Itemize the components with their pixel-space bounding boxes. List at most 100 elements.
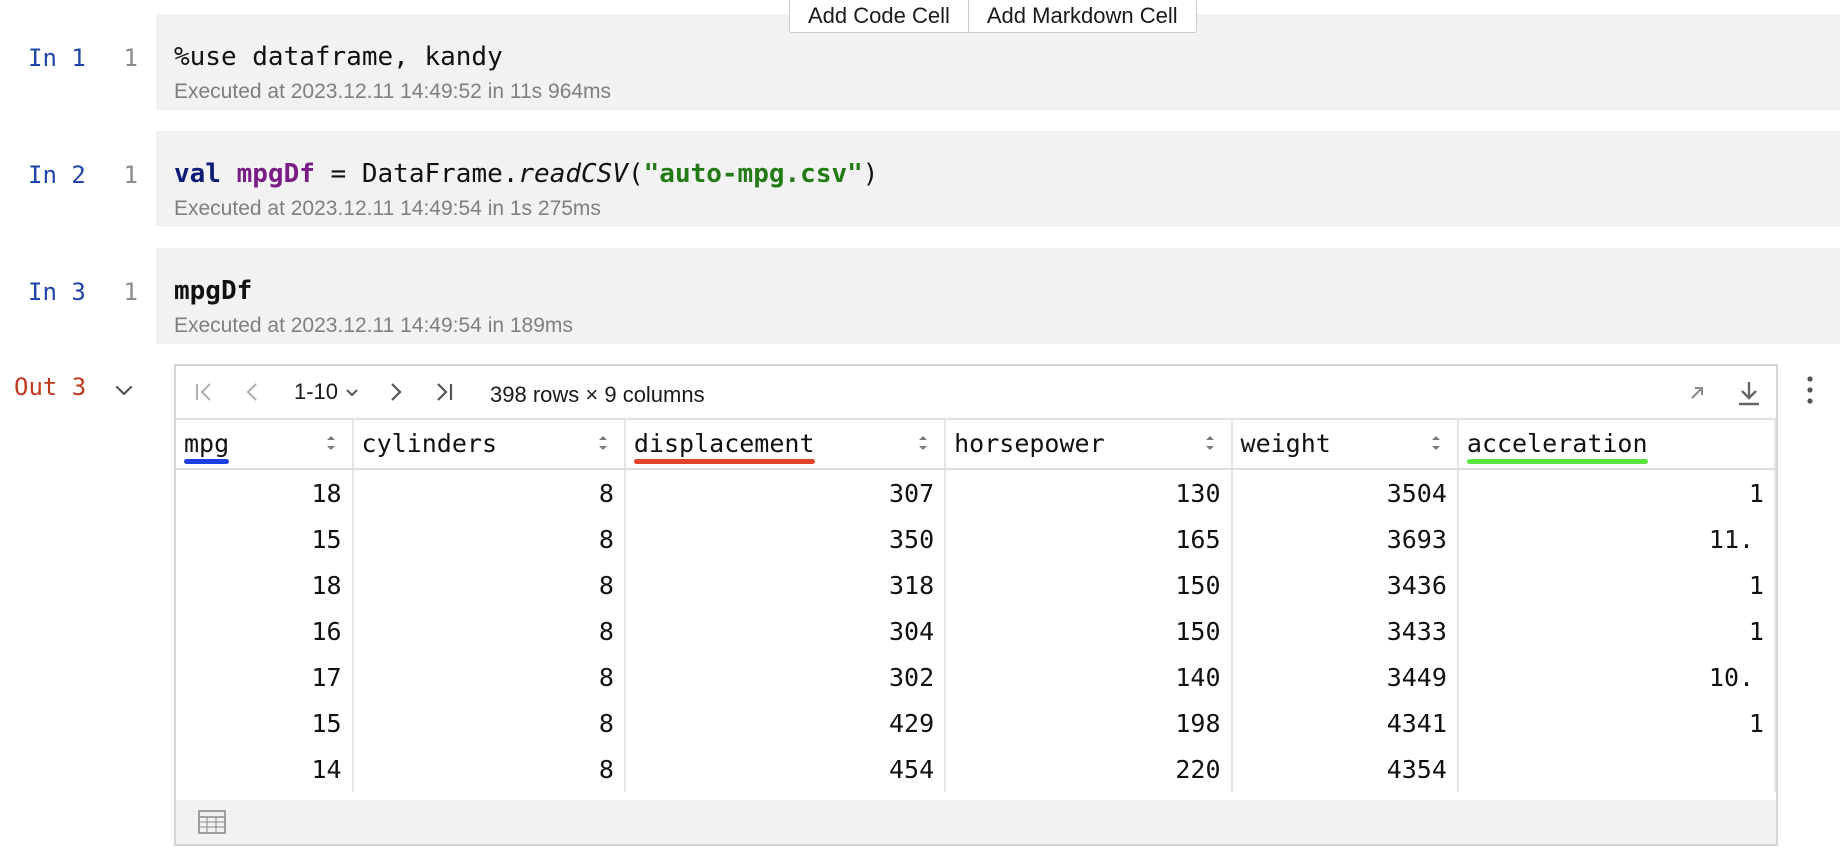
cell-acceleration: 1 [1457, 608, 1776, 654]
line-number: 1 [123, 161, 138, 189]
cell-horsepower: 198 [945, 700, 1233, 746]
add-code-cell-button[interactable]: Add Code Cell [790, 0, 968, 32]
pagination-bar: 1-10 398 rows × 9 columns [176, 366, 1776, 420]
chevron-down-icon [346, 389, 358, 397]
cell-acceleration: 10. [1457, 654, 1776, 700]
column-header-weight[interactable]: weight [1231, 418, 1459, 470]
column-highlight-mpg [184, 458, 230, 464]
cell-cylinders: 8 [352, 562, 626, 608]
cell-mpg: 18 [176, 562, 354, 608]
execution-info: Executed at 2023.12.11 14:49:52 in 11s 9… [174, 80, 612, 103]
more-options-icon[interactable] [1804, 374, 1816, 406]
expand-icon[interactable] [1684, 380, 1710, 406]
column-highlight-acceleration [1466, 458, 1648, 464]
first-page-icon[interactable] [190, 378, 218, 406]
cell-editor[interactable]: mpgDf Executed at 2023.12.11 14:49:54 in… [156, 248, 1840, 344]
cell-cylinders: 8 [352, 516, 626, 562]
add-markdown-cell-button[interactable]: Add Markdown Cell [967, 0, 1196, 32]
next-page-icon[interactable] [382, 378, 410, 406]
cell-mpg: 18 [176, 469, 354, 516]
variable-name: mpgDf [236, 159, 315, 189]
cell-displacement: 454 [624, 746, 947, 792]
keyword-val: val [174, 159, 221, 189]
table-row: 16 8 304 150 3433 1 [176, 608, 1776, 654]
string-literal: "auto-mpg.csv" [643, 159, 863, 189]
sort-icon[interactable] [596, 432, 610, 454]
table-row: 18 8 307 130 3504 1 [176, 469, 1776, 516]
execution-info: Executed at 2023.12.11 14:49:54 in 1s 27… [174, 197, 601, 220]
cell-acceleration: 11. [1457, 516, 1776, 562]
cell-displacement: 429 [624, 700, 947, 746]
table-footer [176, 800, 1776, 844]
cell-acceleration: 1 [1457, 700, 1776, 746]
column-header-displacement[interactable]: displacement [624, 418, 947, 470]
sort-icon[interactable] [324, 432, 338, 454]
cell-cylinders: 8 [352, 654, 626, 700]
page-range-value: 1-10 [294, 379, 339, 404]
code-cell-2[interactable]: In 2 1 val mpgDf = DataFrame.readCSV("au… [0, 131, 1840, 227]
cell-weight: 3433 [1231, 608, 1459, 654]
code-assignment: = DataFrame. [314, 159, 519, 189]
sort-icon[interactable] [1203, 432, 1217, 454]
cell-prompt: In 3 [28, 278, 86, 306]
add-cell-toolbar: Add Code Cell Add Markdown Cell [789, 0, 1197, 33]
collapse-chevron-icon[interactable] [112, 378, 136, 402]
execution-info: Executed at 2023.12.11 14:49:54 in 189ms [174, 314, 573, 337]
sort-icon[interactable] [916, 432, 930, 454]
cell-horsepower: 140 [945, 654, 1233, 700]
table-row: 15 8 429 198 4341 1 [176, 700, 1776, 746]
cell-cylinders: 8 [352, 746, 626, 792]
cell-editor[interactable]: val mpgDf = DataFrame.readCSV("auto-mpg.… [156, 131, 1840, 227]
download-icon[interactable] [1734, 378, 1764, 408]
last-page-icon[interactable] [430, 378, 458, 406]
close-paren: ) [862, 159, 879, 189]
table-row: 18 8 318 150 3436 1 [176, 562, 1776, 608]
cell-weight: 4354 [1231, 746, 1459, 792]
function-name: readCSV [518, 159, 628, 189]
column-header-horsepower[interactable]: horsepower [945, 418, 1233, 470]
cell-weight: 3449 [1231, 654, 1459, 700]
cell-mpg: 14 [176, 746, 354, 792]
column-header-cylinders[interactable]: cylinders [352, 418, 626, 470]
cell-weight: 3504 [1231, 469, 1459, 516]
cell-displacement: 350 [624, 516, 947, 562]
column-header-acceleration[interactable]: acceleration [1457, 418, 1776, 470]
cell-mpg: 15 [176, 700, 354, 746]
cell-displacement: 318 [624, 562, 947, 608]
code-cell-3[interactable]: In 3 1 mpgDf Executed at 2023.12.11 14:4… [0, 248, 1840, 344]
cell-horsepower: 150 [945, 562, 1233, 608]
cell-displacement: 302 [624, 654, 947, 700]
cell-mpg: 17 [176, 654, 354, 700]
cell-displacement: 304 [624, 608, 947, 654]
cell-horsepower: 165 [945, 516, 1233, 562]
table-icon[interactable] [198, 810, 226, 834]
code-line: val mpgDf = DataFrame.readCSV("auto-mpg.… [174, 159, 878, 189]
cell-horsepower: 130 [945, 469, 1233, 516]
code-line: mpgDf [174, 276, 253, 306]
cell-prompt: In 1 [28, 44, 86, 72]
cell-weight: 4341 [1231, 700, 1459, 746]
cell-prompt: In 2 [28, 161, 86, 189]
data-table: mpg cylinders displacement horsepower we… [176, 418, 1776, 792]
rows-count: 398 rows × 9 columns [490, 382, 705, 407]
cell-cylinders: 8 [352, 469, 626, 516]
table-row: 17 8 302 140 3449 10. [176, 654, 1776, 700]
cell-mpg: 15 [176, 516, 354, 562]
table-row: 14 8 454 220 4354 [176, 746, 1776, 792]
previous-page-icon[interactable] [238, 378, 266, 406]
page-range-select[interactable]: 1-10 [294, 376, 360, 408]
cell-mpg: 16 [176, 608, 354, 654]
cell-horsepower: 150 [945, 608, 1233, 654]
table-header-row: mpg cylinders displacement horsepower we… [176, 418, 1776, 470]
table-row: 15 8 350 165 3693 11. [176, 516, 1776, 562]
cell-acceleration [1457, 746, 1776, 792]
sort-icon[interactable] [1429, 432, 1443, 454]
dataframe-output: 1-10 398 rows × 9 columns mpg cylinders … [174, 364, 1778, 846]
cell-cylinders: 8 [352, 700, 626, 746]
column-header-mpg[interactable]: mpg [176, 418, 354, 470]
line-number: 1 [123, 278, 138, 306]
cell-weight: 3436 [1231, 562, 1459, 608]
cell-horsepower: 220 [945, 746, 1233, 792]
cell-displacement: 307 [624, 469, 947, 516]
cell-acceleration: 1 [1457, 562, 1776, 608]
